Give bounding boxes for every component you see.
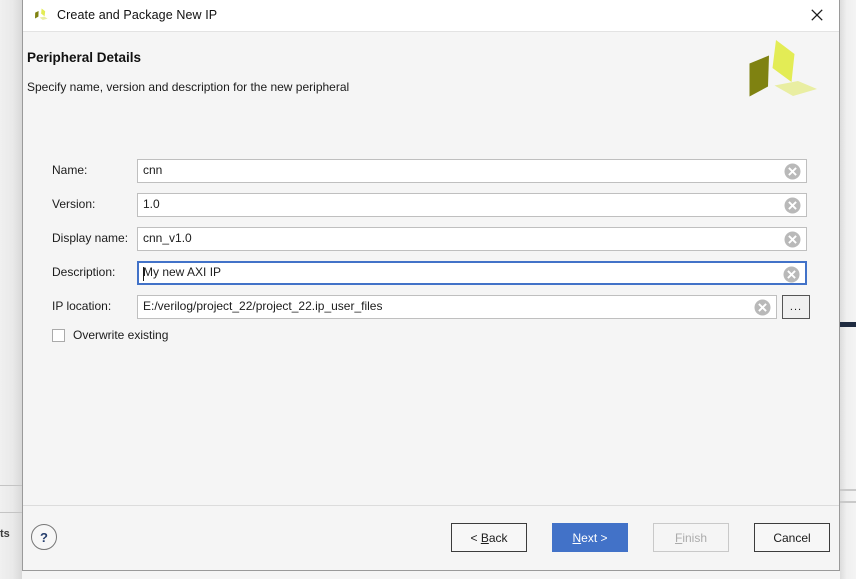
overwrite-existing-label: Overwrite existing	[73, 328, 169, 342]
display-name-input[interactable]: cnn_v1.0	[137, 227, 807, 251]
background-left-divider-top	[0, 485, 22, 486]
clear-circle-icon[interactable]	[754, 299, 771, 316]
cancel-button[interactable]: Cancel	[754, 523, 830, 552]
finish-label-post: inish	[682, 530, 708, 545]
peripheral-details-form: Name: cnn Version: 1.0 Display name: cnn…	[23, 118, 839, 498]
clear-circle-icon[interactable]	[783, 266, 800, 283]
back-label-pre: <	[470, 530, 481, 545]
clear-circle-icon[interactable]	[784, 231, 801, 248]
ip-location-input[interactable]: E:/verilog/project_22/project_22.ip_user…	[137, 295, 777, 319]
version-input[interactable]: 1.0	[137, 193, 807, 217]
background-right-divider-top	[840, 489, 856, 491]
back-button[interactable]: < Back	[451, 523, 527, 552]
field-row-display-name: Display name: cnn_v1.0	[23, 227, 839, 251]
label-description: Description:	[52, 265, 116, 279]
name-input-value: cnn	[143, 163, 163, 177]
background-left-divider-bottom	[0, 512, 22, 513]
background-left-panel	[0, 0, 22, 579]
label-display-name: Display name:	[52, 231, 129, 245]
field-row-version: Version: 1.0	[23, 193, 839, 217]
vivado-logo-icon	[33, 7, 50, 24]
description-input-value: My new AXI IP	[143, 265, 222, 279]
finish-button-label: Finish	[675, 531, 707, 545]
help-button[interactable]: ?	[31, 524, 57, 550]
overwrite-existing-checkbox[interactable]	[52, 328, 65, 342]
background-right-panel	[840, 0, 856, 579]
label-name: Name:	[52, 163, 88, 177]
background-left-truncated-text: ts	[0, 528, 10, 540]
dialog-header: Peripheral Details Specify name, version…	[23, 32, 839, 118]
label-ip-location: IP location:	[52, 299, 112, 313]
xilinx-vivado-logo-icon	[747, 37, 821, 113]
background-right-marker	[840, 322, 856, 327]
field-row-name: Name: cnn	[23, 159, 839, 183]
field-row-description: Description: My new AXI IP	[23, 261, 839, 285]
description-input[interactable]: My new AXI IP	[137, 261, 807, 285]
close-icon[interactable]	[795, 0, 839, 30]
page-title: Peripheral Details	[27, 50, 142, 65]
ip-location-input-value: E:/verilog/project_22/project_22.ip_user…	[143, 299, 383, 313]
overwrite-existing-row[interactable]: Overwrite existing	[52, 328, 168, 342]
back-button-label: < Back	[470, 531, 507, 545]
display-name-input-value: cnn_v1.0	[143, 231, 192, 245]
clear-circle-icon[interactable]	[784, 163, 801, 180]
finish-button: Finish	[653, 523, 729, 552]
dialog-titlebar: Create and Package New IP	[23, 0, 839, 32]
background-right-divider-bottom	[840, 501, 856, 503]
create-package-new-ip-dialog: Create and Package New IP Peripheral Det…	[22, 0, 840, 571]
dialog-footer: ? < Back Next > Finish Cancel	[23, 506, 839, 569]
cancel-button-label: Cancel	[773, 530, 811, 545]
next-button[interactable]: Next >	[552, 523, 628, 552]
dialog-title: Create and Package New IP	[57, 8, 218, 22]
back-label-post: ack	[488, 530, 508, 545]
clear-circle-icon[interactable]	[784, 197, 801, 214]
next-label-mnemonic: N	[572, 530, 582, 545]
next-label-post: ext >	[581, 530, 608, 545]
page-subtitle: Specify name, version and description fo…	[27, 80, 350, 94]
version-input-value: 1.0	[143, 197, 160, 211]
browse-ip-location-button[interactable]: ...	[782, 295, 810, 319]
name-input[interactable]: cnn	[137, 159, 807, 183]
field-row-ip-location: IP location: E:/verilog/project_22/proje…	[23, 295, 839, 319]
next-button-label: Next >	[572, 531, 607, 545]
label-version: Version:	[52, 197, 96, 211]
back-label-mnemonic: B	[480, 530, 489, 545]
